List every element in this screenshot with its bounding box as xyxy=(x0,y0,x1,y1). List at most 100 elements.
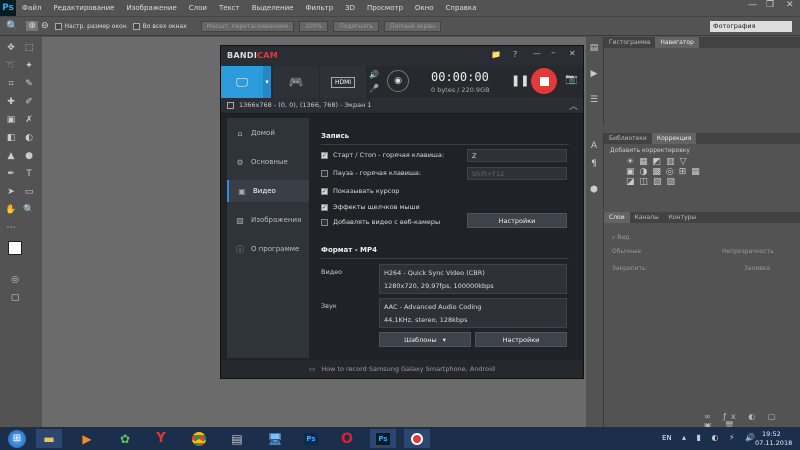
menu-file[interactable]: Файл xyxy=(16,4,47,12)
tab-adjustments[interactable]: Коррекция xyxy=(651,133,697,144)
device-mode-button[interactable]: HDMI xyxy=(320,66,366,98)
tab-navigator[interactable]: Навигатор xyxy=(655,37,699,48)
clone-stamp-icon[interactable]: ▣ xyxy=(4,113,18,127)
taskbar-ps-old[interactable]: Ps xyxy=(298,429,324,448)
crop-tool-icon[interactable]: ⌗ xyxy=(4,77,18,91)
taskbar-explorer[interactable]: ▬ xyxy=(36,429,62,448)
ps-minimize-icon[interactable]: — xyxy=(748,0,757,10)
move-tool-icon[interactable]: ✥ xyxy=(4,41,18,55)
zoom-tool-active-icon[interactable]: 🔍 xyxy=(22,203,36,217)
actions-panel-icon[interactable]: ▶ xyxy=(587,67,601,81)
zoom-100-button[interactable]: 100% xyxy=(299,20,329,32)
menu-filter[interactable]: Фильтр xyxy=(299,4,339,12)
show-cursor-checkbox[interactable]: ✓ xyxy=(321,187,328,195)
bandicam-footer[interactable]: ▭ How to record Samsung Galaxy Smartphon… xyxy=(221,360,583,378)
type-tool-icon[interactable]: T xyxy=(22,167,36,181)
zoom-out-icon[interactable]: ⊖ xyxy=(41,21,49,31)
taskbar-monitor[interactable]: 🖥 xyxy=(262,429,288,448)
healing-brush-icon[interactable]: ✚ xyxy=(4,95,18,109)
artboard-tool-icon[interactable]: ⬚ xyxy=(22,41,36,55)
blur-tool-icon[interactable]: ▲ xyxy=(4,149,18,163)
quick-mask-icon[interactable]: ◎ xyxy=(8,273,22,287)
webcam-icon[interactable]: ◉ xyxy=(387,70,409,92)
menu-type[interactable]: Текст xyxy=(213,4,246,12)
start-button[interactable]: ⊞ xyxy=(2,429,32,448)
hand-tool-icon[interactable]: ✋ xyxy=(4,203,18,217)
pause-hotkey-field[interactable]: Shift+F12 xyxy=(467,167,567,180)
sidebar-item-home[interactable]: ⌂ Домой xyxy=(227,122,309,144)
full-screen-button[interactable]: Полный экран xyxy=(384,20,441,32)
eraser-icon[interactable]: ◧ xyxy=(4,131,18,145)
gradient-icon[interactable]: ◐ xyxy=(22,131,36,145)
sidebar-item-images[interactable]: ▨ Изображения xyxy=(227,209,309,231)
webcam-row[interactable]: Добавлять видео с веб-камеры xyxy=(321,218,440,226)
menu-view[interactable]: Просмотр xyxy=(361,4,409,12)
scrubby-zoom-button[interactable]: Масшт. перетаскиванием xyxy=(200,20,295,32)
foreground-color-swatch[interactable] xyxy=(8,241,22,255)
menu-help[interactable]: Справка xyxy=(440,4,483,12)
sidebar-item-general[interactable]: ⚙ Основные xyxy=(227,151,309,173)
taskbar-notepad[interactable]: ▤ xyxy=(224,429,250,448)
menu-3d[interactable]: 3D xyxy=(339,4,361,12)
layer-filter[interactable]: ⌕ Вид xyxy=(612,234,792,244)
ps-maximize-icon[interactable]: ❐ xyxy=(766,0,774,10)
properties-panel-icon[interactable]: ☰ xyxy=(587,93,601,107)
sidebar-item-about[interactable]: ⓘ О программе xyxy=(227,238,309,260)
magic-wand-icon[interactable]: ✦ xyxy=(22,59,36,73)
swatches-panel-icon[interactable]: ⬢ xyxy=(587,183,601,197)
bandicam-minimize-icon[interactable]: — xyxy=(533,49,541,58)
ps-close-icon[interactable]: ✕ xyxy=(786,0,794,10)
capture-area-icon[interactable] xyxy=(227,102,234,109)
game-mode-button[interactable]: 🎮 xyxy=(273,66,319,98)
tab-histogram[interactable]: Гистограмма xyxy=(604,37,655,48)
record-settings-button[interactable]: Настройки xyxy=(467,213,567,228)
character-panel-icon[interactable]: A xyxy=(587,139,601,153)
start-stop-checkbox[interactable]: ✓ xyxy=(321,151,328,159)
help-icon[interactable]: ? xyxy=(513,50,517,59)
history-panel-icon[interactable]: ▤ xyxy=(587,41,601,55)
lasso-tool-icon[interactable]: ➰ xyxy=(4,59,18,73)
all-windows-checkbox[interactable] xyxy=(132,22,140,30)
menu-image[interactable]: Изображение xyxy=(120,4,182,12)
workspace-select[interactable]: Фотография xyxy=(710,21,792,32)
taskbar-photoshop[interactable]: Ps xyxy=(370,429,396,448)
screen-mode-button[interactable]: 🖵 xyxy=(221,66,263,98)
rectangle-tool-icon[interactable]: ▭ xyxy=(22,185,36,199)
pause-row[interactable]: Пауза - горячая клавиша: xyxy=(321,169,421,177)
adjustment-icons-row2[interactable]: ▣◑▩◎⊞▦ xyxy=(626,167,800,177)
taskbar-yandex[interactable]: Y xyxy=(148,429,174,448)
resize-windows-checkbox[interactable] xyxy=(54,22,62,30)
tab-channels[interactable]: Каналы xyxy=(630,212,664,223)
pen-tool-icon[interactable]: ✒ xyxy=(4,167,18,181)
paragraph-panel-icon[interactable]: ¶ xyxy=(587,157,601,171)
tray-icons[interactable]: ▴ ▮ ◐ ⚡ 🔊 xyxy=(682,433,759,442)
dodge-tool-icon[interactable]: ● xyxy=(22,149,36,163)
screenshot-icon[interactable]: 📷 xyxy=(565,74,577,85)
bandicam-tray-icon[interactable]: – xyxy=(551,48,556,58)
taskbar-bandicam[interactable] xyxy=(404,429,430,448)
taskbar-opera[interactable]: O xyxy=(334,429,360,448)
tab-libraries[interactable]: Библиотеки xyxy=(604,133,652,144)
collapse-icon[interactable]: ︿ xyxy=(569,99,578,112)
fit-screen-button[interactable]: Подогнать xyxy=(333,20,380,32)
tab-layers[interactable]: Слои xyxy=(604,212,630,223)
sidebar-item-video[interactable]: ▣ Видео xyxy=(227,180,309,202)
taskbar-media-player[interactable]: ▶ xyxy=(74,429,100,448)
path-select-icon[interactable]: ➤ xyxy=(4,185,18,199)
language-indicator[interactable]: EN xyxy=(662,434,672,442)
show-cursor-row[interactable]: ✓ Показывать курсор xyxy=(321,187,399,195)
adjustment-icons-row1[interactable]: ☀▦◩▥▽ xyxy=(626,157,800,167)
pause-icon[interactable]: ❚❚ xyxy=(511,74,529,87)
all-windows-option[interactable]: Во всех окнах xyxy=(132,22,187,30)
more-tools-icon[interactable]: ⋯ xyxy=(4,221,18,235)
tab-paths[interactable]: Контуры xyxy=(664,212,701,223)
resize-windows-option[interactable]: Настр. размер окон xyxy=(54,22,127,30)
screen-mode-icon[interactable]: ▢ xyxy=(8,291,22,305)
taskbar-utility[interactable]: ✿ xyxy=(112,429,138,448)
format-settings-button[interactable]: Настройки xyxy=(475,332,567,347)
history-brush-icon[interactable]: ✗ xyxy=(22,113,36,127)
pause-checkbox[interactable] xyxy=(321,169,328,177)
footer-link-text[interactable]: How to record Samsung Galaxy Smartphone,… xyxy=(321,365,495,373)
screen-mode-dropdown[interactable]: ▾ xyxy=(263,66,271,98)
microphone-icon[interactable]: 🎤 xyxy=(369,84,379,93)
